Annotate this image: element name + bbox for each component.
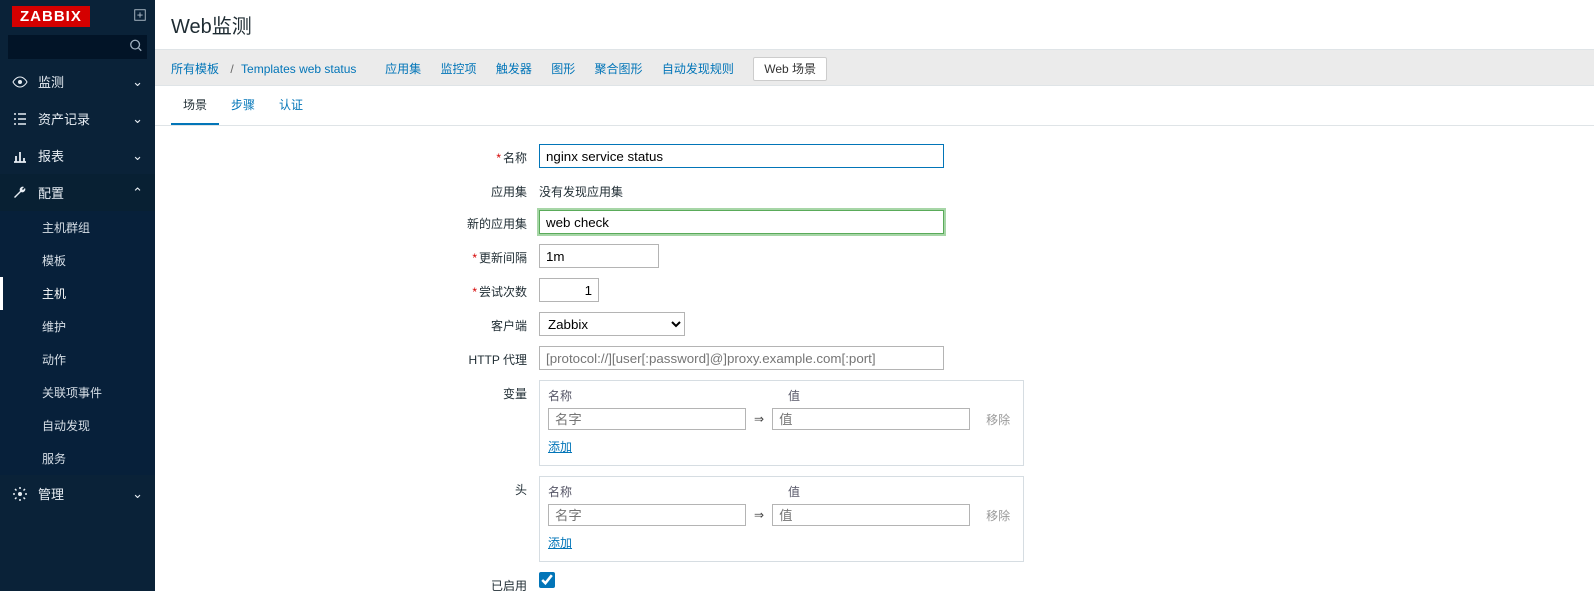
config-submenu: 主机群组 模板 主机 维护 动作 关联项事件 自动发现 服务 xyxy=(0,211,155,475)
eye-icon xyxy=(12,74,28,90)
sub-actions[interactable]: 动作 xyxy=(0,343,155,376)
label-proxy: HTTP 代理 xyxy=(179,346,539,368)
tab-auth[interactable]: 认证 xyxy=(267,86,315,125)
nav-configuration[interactable]: 配置 ⌃ xyxy=(0,174,155,211)
retries-input[interactable] xyxy=(539,278,599,302)
section-triggers[interactable]: 触发器 xyxy=(496,62,532,76)
var-value-input[interactable] xyxy=(772,408,970,430)
nav-admin[interactable]: 管理 ⌄ xyxy=(0,475,155,512)
top-links-bar: 所有模板 / Templates web status 应用集 监控项 触发器 … xyxy=(155,49,1594,86)
label-new-app: 新的应用集 xyxy=(179,210,539,232)
chevron-down-icon: ⌄ xyxy=(132,148,143,164)
breadcrumb-root[interactable]: 所有模板 xyxy=(171,62,219,76)
chevron-up-icon: ⌃ xyxy=(132,185,143,201)
section-items[interactable]: 监控项 xyxy=(440,62,476,76)
sidebar-header: ZABBIX xyxy=(0,0,155,31)
gear-icon xyxy=(12,486,28,502)
chevron-down-icon: ⌄ xyxy=(132,74,143,90)
chart-icon xyxy=(12,148,28,164)
nav-label: 管理 xyxy=(38,484,64,503)
vars-col-name: 名称 xyxy=(548,387,758,404)
section-screens[interactable]: 聚合图形 xyxy=(595,62,643,76)
vars-col-value: 值 xyxy=(788,387,988,404)
sub-discovery[interactable]: 自动发现 xyxy=(0,409,155,442)
nav-reports[interactable]: 报表 ⌄ xyxy=(0,137,155,174)
sub-maintenance[interactable]: 维护 xyxy=(0,310,155,343)
nav-label: 监测 xyxy=(38,72,64,91)
sub-correlation[interactable]: 关联项事件 xyxy=(0,376,155,409)
header-remove-link[interactable]: 移除 xyxy=(986,507,1010,524)
header-name-input[interactable] xyxy=(548,504,746,526)
app-static-text: 没有发现应用集 xyxy=(539,178,1570,200)
label-agent: 客户端 xyxy=(179,312,539,334)
label-name: *名称 xyxy=(179,144,539,166)
breadcrumb-template[interactable]: Templates web status xyxy=(241,62,356,76)
breadcrumb-sep: / xyxy=(230,62,233,76)
chevron-down-icon: ⌄ xyxy=(132,111,143,127)
tab-scenario[interactable]: 场景 xyxy=(171,86,219,125)
section-web[interactable]: Web 场景 xyxy=(753,57,827,81)
header-value-input[interactable] xyxy=(772,504,970,526)
list-icon xyxy=(12,111,28,127)
search-icon[interactable] xyxy=(129,39,143,56)
label-app: 应用集 xyxy=(179,178,539,200)
proxy-input[interactable] xyxy=(539,346,944,370)
name-input[interactable] xyxy=(539,144,944,168)
label-headers: 头 xyxy=(179,476,539,498)
logo: ZABBIX xyxy=(12,6,90,27)
new-app-input[interactable] xyxy=(539,210,944,234)
page-title: Web监测 xyxy=(155,0,1594,49)
sub-hosts[interactable]: 主机 xyxy=(0,277,155,310)
form: *名称 应用集 没有发现应用集 新的应用集 *更新间隔 *尝试次数 客户端 xyxy=(155,126,1594,591)
agent-select[interactable]: Zabbix xyxy=(539,312,685,336)
header-add-link[interactable]: 添加 xyxy=(548,534,572,551)
enabled-checkbox[interactable] xyxy=(539,572,555,588)
sub-hostgroups[interactable]: 主机群组 xyxy=(0,211,155,244)
nav-monitoring[interactable]: 监测 ⌄ xyxy=(0,63,155,100)
wrench-icon xyxy=(12,185,28,201)
label-enabled: 已启用 xyxy=(179,572,539,591)
sub-services[interactable]: 服务 xyxy=(0,442,155,475)
headers-col-name: 名称 xyxy=(548,483,758,500)
label-retries: *尝试次数 xyxy=(179,278,539,300)
nav-inventory[interactable]: 资产记录 ⌄ xyxy=(0,100,155,137)
section-graphs[interactable]: 图形 xyxy=(551,62,575,76)
search-input[interactable] xyxy=(8,35,147,59)
tab-steps[interactable]: 步骤 xyxy=(219,86,267,125)
section-discovery[interactable]: 自动发现规则 xyxy=(662,62,734,76)
main-content: Web监测 所有模板 / Templates web status 应用集 监控… xyxy=(155,0,1594,591)
var-remove-link[interactable]: 移除 xyxy=(986,411,1010,428)
nav-label: 配置 xyxy=(38,183,64,202)
chevron-down-icon: ⌄ xyxy=(132,486,143,502)
headers-table: 名称 值 ⇒ 移除 添加 xyxy=(539,476,1024,562)
interval-input[interactable] xyxy=(539,244,659,268)
nav-label: 报表 xyxy=(38,146,64,165)
var-add-link[interactable]: 添加 xyxy=(548,438,572,455)
vars-table: 名称 值 ⇒ 移除 添加 xyxy=(539,380,1024,466)
arrow-icon: ⇒ xyxy=(754,508,764,522)
arrow-icon: ⇒ xyxy=(754,412,764,426)
var-name-input[interactable] xyxy=(548,408,746,430)
sub-templates[interactable]: 模板 xyxy=(0,244,155,277)
nav-label: 资产记录 xyxy=(38,109,90,128)
label-interval: *更新间隔 xyxy=(179,244,539,266)
headers-col-value: 值 xyxy=(788,483,988,500)
tabs: 场景 步骤 认证 xyxy=(155,86,1594,125)
section-applications[interactable]: 应用集 xyxy=(385,62,421,76)
label-vars: 变量 xyxy=(179,380,539,402)
sidebar: ZABBIX 监测 ⌄ 资产记录 ⌄ 报表 xyxy=(0,0,155,591)
expand-icon[interactable] xyxy=(133,8,147,25)
